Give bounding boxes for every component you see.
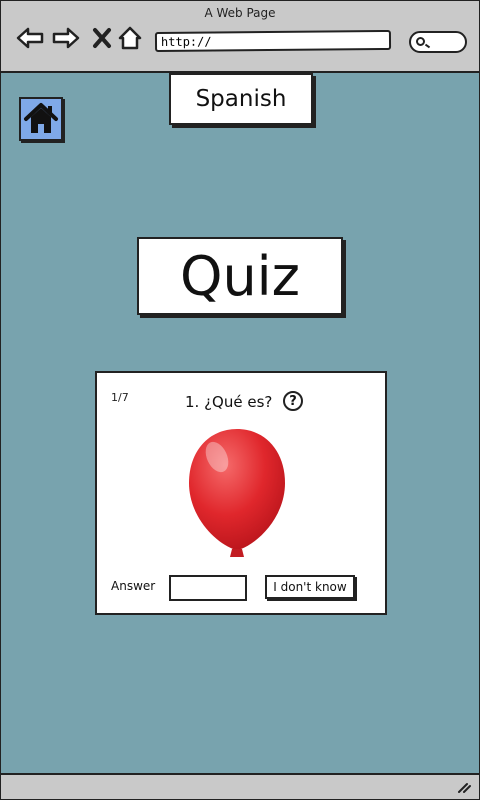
page-title: Quiz (137, 237, 343, 315)
back-arrow-icon[interactable] (15, 23, 45, 53)
browser-window: A Web Page Spanish Quiz 1/7 1. ¿Qué es? … (0, 0, 480, 800)
question-counter: 1/7 (111, 391, 129, 404)
dont-know-button[interactable]: I don't know (265, 575, 355, 599)
home-button[interactable] (19, 97, 63, 141)
browser-toolbar: A Web Page (1, 1, 479, 73)
help-icon[interactable]: ? (283, 391, 303, 411)
answer-input[interactable] (169, 575, 247, 601)
quiz-card: 1/7 1. ¿Qué es? ? Answer I don't know (95, 371, 387, 615)
close-x-icon[interactable] (87, 23, 117, 53)
language-title: Spanish (169, 73, 313, 125)
search-icon (416, 37, 425, 46)
home-outline-icon[interactable] (115, 23, 145, 53)
resize-grip-icon[interactable] (457, 781, 471, 793)
home-icon (24, 103, 58, 133)
window-title: A Web Page (204, 6, 276, 20)
balloon-image (189, 429, 285, 557)
status-bar (1, 773, 479, 799)
forward-arrow-icon[interactable] (51, 23, 81, 53)
url-input[interactable] (154, 29, 392, 53)
search-input[interactable] (409, 31, 467, 53)
question-text: 1. ¿Qué es? (185, 393, 273, 411)
answer-label: Answer (111, 579, 156, 593)
